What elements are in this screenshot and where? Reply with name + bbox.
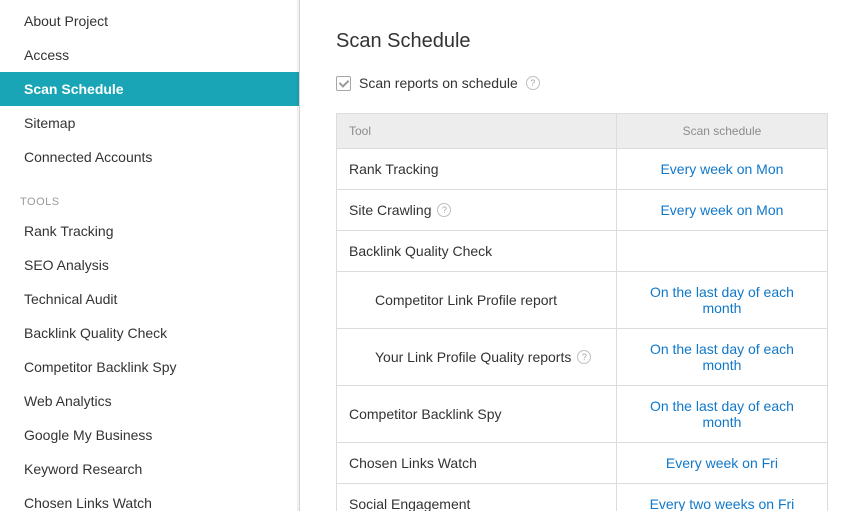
- schedule-cell: Every week on Mon: [616, 190, 827, 231]
- sidebar-item-settings-3[interactable]: Sitemap: [0, 106, 299, 140]
- sidebar-item-settings-2[interactable]: Scan Schedule: [0, 72, 299, 106]
- help-icon[interactable]: ?: [437, 203, 451, 217]
- sidebar-item-tools-8[interactable]: Chosen Links Watch: [0, 486, 299, 520]
- tool-name: Competitor Backlink Spy: [349, 406, 502, 422]
- sidebar-item-settings-4[interactable]: Connected Accounts: [0, 140, 299, 174]
- tool-name: Site Crawling: [349, 202, 431, 218]
- schedule-cell: On the last day of each month: [616, 386, 827, 443]
- sidebar-item-tools-7[interactable]: Keyword Research: [0, 452, 299, 486]
- schedule-link[interactable]: On the last day of each month: [650, 398, 794, 430]
- schedule-table: Tool Scan schedule Rank Tracking Every we…: [336, 113, 828, 511]
- sidebar: About ProjectAccessScan ScheduleSitemapC…: [0, 0, 300, 511]
- tool-name: Social Engagement: [349, 496, 470, 511]
- table-row: Social Engagement Every two weeks on Fri: [337, 484, 828, 512]
- scan-on-schedule-row: Scan reports on schedule ?: [336, 75, 828, 91]
- table-row: Your Link Profile Quality reports? On the…: [337, 329, 828, 386]
- sidebar-item-tools-1[interactable]: SEO Analysis: [0, 248, 299, 282]
- sidebar-item-tools-2[interactable]: Technical Audit: [0, 282, 299, 316]
- tool-name: Your Link Profile Quality reports: [375, 349, 571, 365]
- table-row: Competitor Link Profile report On the las…: [337, 272, 828, 329]
- tool-cell: Backlink Quality Check: [337, 231, 617, 272]
- sidebar-item-settings-0[interactable]: About Project: [0, 4, 299, 38]
- scan-on-schedule-checkbox[interactable]: [336, 76, 351, 91]
- tool-cell: Social Engagement: [337, 484, 617, 512]
- sidebar-item-tools-6[interactable]: Google My Business: [0, 418, 299, 452]
- schedule-cell: On the last day of each month: [616, 329, 827, 386]
- schedule-cell: Every two weeks on Fri: [616, 484, 827, 512]
- sidebar-item-settings-1[interactable]: Access: [0, 38, 299, 72]
- sidebar-tools-header: TOOLS: [0, 174, 299, 214]
- schedule-cell: Every week on Mon: [616, 149, 827, 190]
- tool-cell: Competitor Link Profile report: [337, 272, 617, 329]
- tool-name: Competitor Link Profile report: [375, 292, 557, 308]
- help-icon[interactable]: ?: [526, 76, 540, 90]
- sidebar-item-tools-3[interactable]: Backlink Quality Check: [0, 316, 299, 350]
- sidebar-item-tools-4[interactable]: Competitor Backlink Spy: [0, 350, 299, 384]
- table-row: Rank Tracking Every week on Mon: [337, 149, 828, 190]
- page-title: Scan Schedule: [336, 30, 828, 53]
- schedule-link[interactable]: Every week on Mon: [660, 202, 783, 218]
- table-header-schedule: Scan schedule: [616, 114, 827, 149]
- table-row: Backlink Quality Check: [337, 231, 828, 272]
- tool-cell: Site Crawling?: [337, 190, 617, 231]
- tool-cell: Chosen Links Watch: [337, 443, 617, 484]
- schedule-link[interactable]: Every week on Mon: [660, 161, 783, 177]
- tool-name: Backlink Quality Check: [349, 243, 492, 259]
- schedule-cell: Every week on Fri: [616, 443, 827, 484]
- sidebar-item-tools-5[interactable]: Web Analytics: [0, 384, 299, 418]
- sidebar-item-tools-0[interactable]: Rank Tracking: [0, 214, 299, 248]
- schedule-link[interactable]: On the last day of each month: [650, 284, 794, 316]
- table-row: Site Crawling? Every week on Mon: [337, 190, 828, 231]
- schedule-link[interactable]: Every week on Fri: [666, 455, 778, 471]
- schedule-table-body: Rank TrackingEvery week on MonSite Crawl…: [337, 149, 828, 512]
- main-content: Scan Schedule Scan reports on schedule ?…: [300, 0, 856, 511]
- tool-cell: Rank Tracking: [337, 149, 617, 190]
- schedule-link[interactable]: On the last day of each month: [650, 341, 794, 373]
- schedule-cell: On the last day of each month: [616, 272, 827, 329]
- schedule-cell: [616, 231, 827, 272]
- table-header-tool: Tool: [337, 114, 617, 149]
- tool-name: Rank Tracking: [349, 161, 438, 177]
- table-row: Chosen Links Watch Every week on Fri: [337, 443, 828, 484]
- tool-name: Chosen Links Watch: [349, 455, 477, 471]
- schedule-link[interactable]: Every two weeks on Fri: [650, 496, 795, 511]
- help-icon[interactable]: ?: [577, 350, 591, 364]
- tool-cell: Competitor Backlink Spy: [337, 386, 617, 443]
- scan-on-schedule-label: Scan reports on schedule: [359, 75, 518, 91]
- table-row: Competitor Backlink Spy On the last day o…: [337, 386, 828, 443]
- tool-cell: Your Link Profile Quality reports?: [337, 329, 617, 386]
